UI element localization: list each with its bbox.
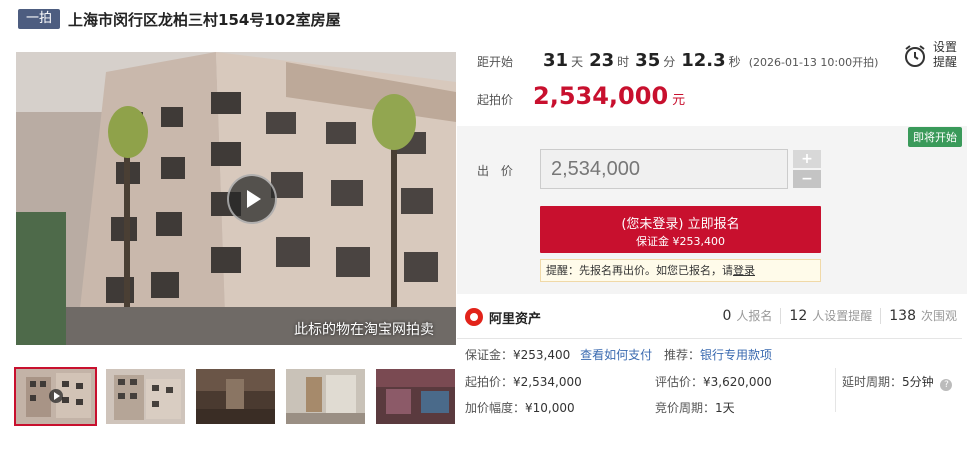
- start-price-row: 起拍价 2,534,000 元: [477, 82, 685, 110]
- bidding-cycle-info: 竞价周期：1天: [655, 399, 735, 416]
- increment-info: 加价幅度：¥10,000: [465, 399, 575, 416]
- brand-name: 阿里资产: [489, 311, 542, 327]
- how-to-pay-link[interactable]: 查看如何支付: [580, 348, 652, 362]
- main-property-image[interactable]: 此标的物在淘宝网拍卖: [16, 52, 456, 345]
- divider: [880, 307, 882, 324]
- bidding-cycle-value: 1天: [715, 401, 735, 415]
- alarm-clock-icon: [905, 45, 925, 67]
- countdown-minutes: 35: [635, 50, 661, 71]
- status-badge: 即将开始: [908, 127, 962, 147]
- increment-value: ¥10,000: [525, 401, 575, 415]
- delay-period-label: 延时周期：: [842, 375, 903, 389]
- increment-label: 加价幅度：: [465, 401, 526, 415]
- assess-price-label: 评估价：: [655, 375, 704, 389]
- thumbnail-1[interactable]: [14, 367, 97, 426]
- reminder-line2: 提醒: [933, 55, 958, 69]
- bid-box: 即将开始 出 价 2,534,000 + − (您未登录) 立即报名 保证金 ¥…: [457, 126, 967, 294]
- countdown: 距开始 31 天 23 时 35 分 12.3 秒 (2026-01-13 10…: [477, 50, 878, 71]
- ali-assets-logo[interactable]: 阿里资产: [465, 308, 541, 327]
- decrease-bid-button[interactable]: −: [793, 170, 821, 188]
- auction-round-badge: 一拍: [18, 9, 61, 29]
- countdown-days: 31: [543, 50, 569, 71]
- thumbnail-5[interactable]: [376, 369, 455, 424]
- title-row: 一拍 上海市闵行区龙柏三村154号102室房屋: [18, 8, 341, 30]
- bidding-cycle-label: 竞价周期：: [655, 401, 716, 415]
- countdown-minutes-unit: 分: [663, 55, 676, 69]
- divider: [780, 307, 782, 324]
- reminder-count: 12: [789, 308, 808, 324]
- play-icon: [247, 190, 261, 208]
- image-caption: 此标的物在淘宝网拍卖: [294, 322, 434, 338]
- thumbnail-image: [196, 369, 275, 424]
- auction-stats: 0 人报名 12 人设置提醒 138 次围观: [722, 307, 957, 324]
- divider: [457, 338, 962, 339]
- thumbnail-3[interactable]: [196, 369, 275, 424]
- view-count-label: 次围观: [920, 309, 957, 323]
- deposit-info: 保证金：¥253,400 查看如何支付 推荐：银行专用款项: [465, 346, 772, 363]
- thumbnail-image: [376, 369, 455, 424]
- divider: [835, 368, 836, 412]
- view-count: 138: [889, 308, 916, 324]
- signup-count-label: 人报名: [736, 309, 773, 323]
- help-icon[interactable]: ?: [940, 379, 953, 391]
- login-link[interactable]: 登录: [733, 264, 755, 277]
- thumbnail-2[interactable]: [106, 369, 185, 424]
- bid-label: 出 价: [477, 164, 517, 178]
- delay-period-value: 5分钟: [902, 375, 934, 389]
- start-price-info-value: ¥2,534,000: [513, 375, 582, 389]
- brand-row: 阿里资产 0 人报名 12 人设置提醒 138 次围观: [465, 302, 965, 332]
- signup-button[interactable]: (您未登录) 立即报名 保证金 ¥253,400: [540, 206, 821, 253]
- countdown-label: 距开始: [477, 55, 514, 69]
- start-price-info: 起拍价：¥2,534,000: [465, 373, 582, 390]
- countdown-hours-unit: 时: [617, 55, 630, 69]
- ali-logo-icon: [465, 308, 483, 326]
- deposit-value: ¥253,400: [513, 348, 571, 362]
- thumbnail-4[interactable]: [286, 369, 365, 424]
- countdown-days-unit: 天: [571, 55, 584, 69]
- start-price-unit: 元: [672, 93, 686, 108]
- countdown-hours: 23: [589, 50, 615, 71]
- deposit-label: 保证金：: [465, 348, 514, 362]
- page-title: 上海市闵行区龙柏三村154号102室房屋: [68, 10, 341, 29]
- assess-price-info: 评估价：¥3,620,000: [655, 373, 772, 390]
- thumbnail-strip: [14, 367, 466, 426]
- delay-period-info: 延时周期：5分钟 ?: [842, 373, 953, 391]
- auction-start-time: (2026-01-13 10:00开拍): [748, 56, 879, 69]
- bid-amount-input[interactable]: 2,534,000: [540, 149, 788, 189]
- signup-count: 0: [722, 308, 732, 324]
- start-price-info-label: 起拍价：: [465, 375, 514, 389]
- reminder-count-label: 人设置提醒: [812, 309, 873, 323]
- recommend-label: 推荐：: [663, 348, 700, 362]
- start-price-label: 起拍价: [477, 93, 514, 107]
- thumbnail-image: [16, 369, 95, 424]
- set-reminder-button[interactable]: 设置 提醒: [903, 38, 963, 72]
- bank-funds-link[interactable]: 银行专用款项: [700, 348, 772, 362]
- countdown-seconds-unit: 秒: [728, 55, 741, 69]
- video-play-button[interactable]: [227, 174, 277, 224]
- login-hint: 提醒：先报名再出价。如您已报名，请登录: [540, 259, 821, 282]
- thumbnail-image: [286, 369, 365, 424]
- increase-bid-button[interactable]: +: [793, 150, 821, 168]
- assess-price-value: ¥3,620,000: [703, 375, 772, 389]
- login-hint-text: 提醒：先报名再出价。如您已报名，请: [546, 264, 733, 277]
- signup-deposit: 保证金 ¥253,400: [636, 235, 725, 248]
- start-price-value: 2,534,000: [533, 82, 669, 110]
- reminder-line1: 设置: [933, 40, 958, 54]
- countdown-seconds: 12.3: [681, 50, 726, 71]
- thumbnail-image: [106, 369, 185, 424]
- signup-label: (您未登录) 立即报名: [621, 217, 740, 232]
